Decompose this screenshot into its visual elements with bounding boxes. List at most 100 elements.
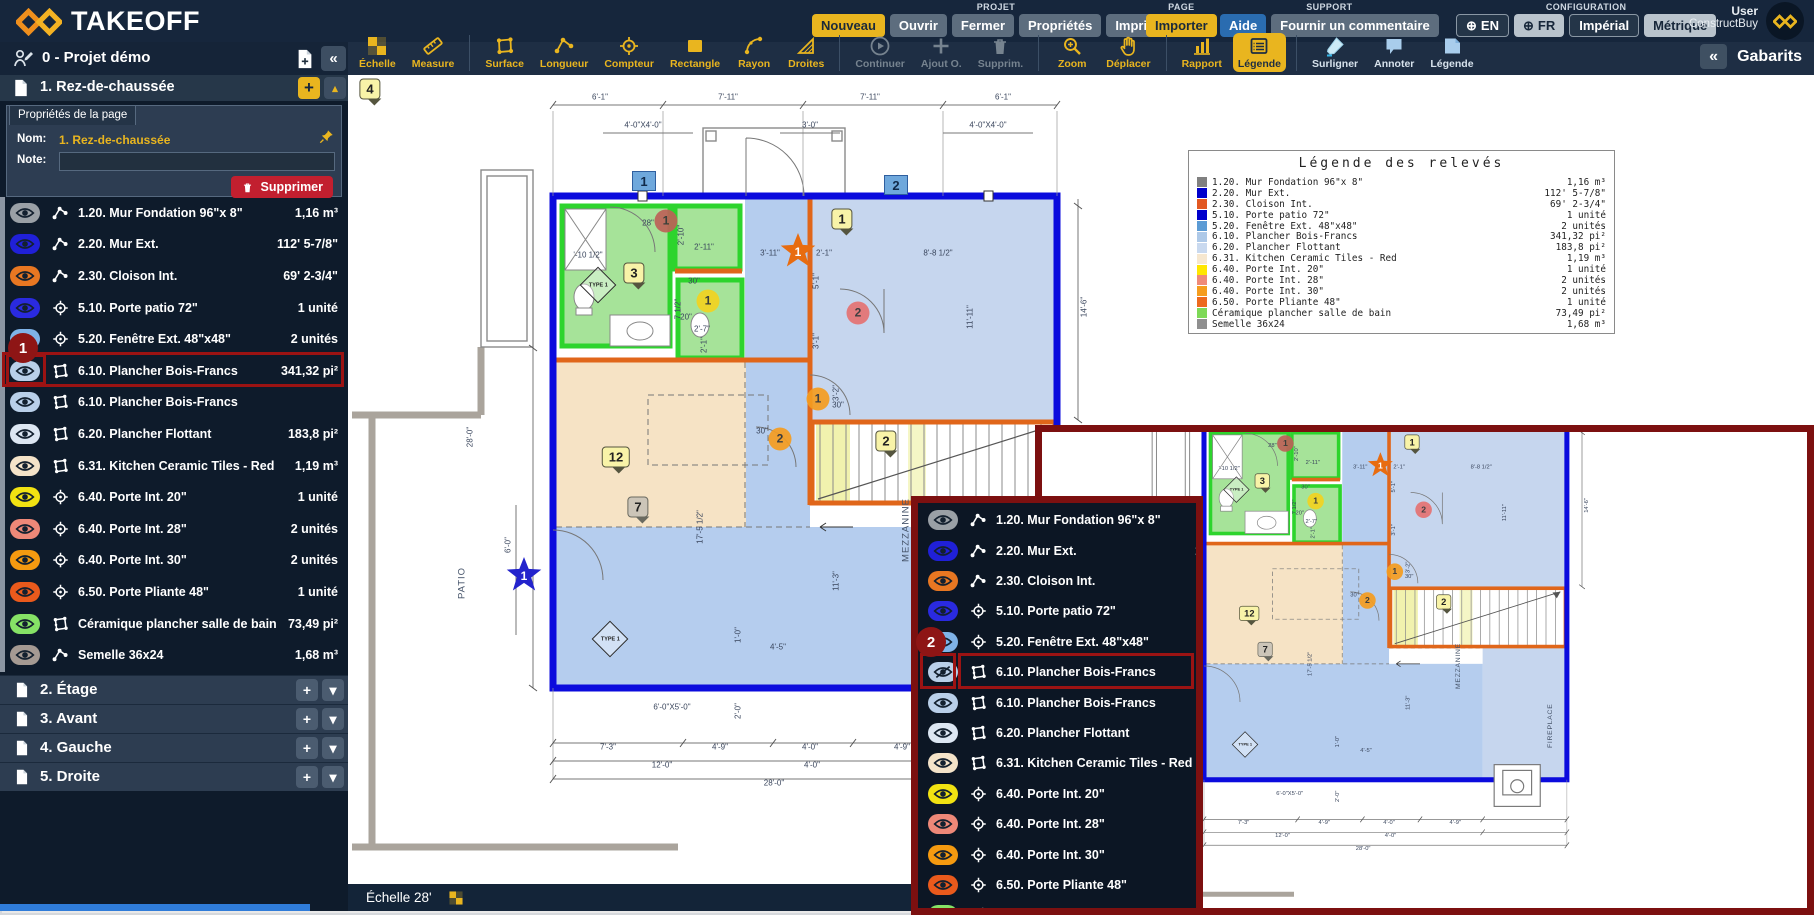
- measure-row[interactable]: Semelle 36x241,68 m³: [0, 639, 348, 671]
- eye-icon[interactable]: [10, 456, 40, 476]
- nom-value[interactable]: 1. Rez-de-chaussée: [59, 133, 170, 147]
- count-marker[interactable]: 1: [1307, 493, 1324, 510]
- measure-row[interactable]: 6.40. Porte Int. 28"2 unités: [0, 513, 348, 545]
- overlay-measure-row[interactable]: 1.20. Mur Fondation 96"x 8"1,16 m³: [918, 505, 1203, 535]
- tool-rayon[interactable]: Rayon: [731, 33, 777, 72]
- eye-icon[interactable]: [10, 487, 40, 507]
- tool-rectangle[interactable]: Rectangle: [665, 33, 725, 72]
- tag-marker[interactable]: 2: [875, 431, 896, 452]
- add-measure-button[interactable]: +: [296, 679, 318, 701]
- tool-measure[interactable]: Measure: [407, 33, 460, 72]
- add-measure-button[interactable]: +: [296, 708, 318, 730]
- measure-row[interactable]: 6.20. Plancher Flottant183,8 pi²: [0, 418, 348, 450]
- count-marker[interactable]: 2: [847, 302, 870, 325]
- measure-row[interactable]: 1.20. Mur Fondation 96"x 8"1,16 m³: [0, 197, 348, 229]
- overlay-measure-row[interactable]: 2.30. Cloison Int.69' 2-3/4": [918, 566, 1203, 596]
- eye-icon[interactable]: [928, 905, 958, 915]
- eye-icon[interactable]: [928, 753, 958, 773]
- overlay-measure-row[interactable]: 6.10. Plancher Bois-Francs341,32 pi²: [918, 657, 1203, 687]
- tool-zoom[interactable]: Zoom: [1049, 33, 1095, 72]
- eye-icon[interactable]: [928, 814, 958, 834]
- add-measure-button[interactable]: +: [296, 766, 318, 788]
- lang-fr-button[interactable]: ⊕FR: [1514, 14, 1564, 37]
- eye-icon[interactable]: [10, 203, 40, 223]
- eye-icon[interactable]: [928, 693, 958, 713]
- expand-page-button[interactable]: ▾: [322, 708, 344, 730]
- measure-row[interactable]: 5.20. Fenêtre Ext. 48"x48"2 unités: [0, 323, 348, 355]
- count-marker[interactable]: 2: [769, 428, 792, 451]
- user-avatar[interactable]: [1766, 2, 1804, 40]
- eye-icon[interactable]: [928, 875, 958, 895]
- tag-marker[interactable]: 12: [602, 447, 630, 468]
- overlay-measure-row[interactable]: 6.31. Kitchen Ceramic Tiles - Red1,19 m³: [918, 748, 1203, 778]
- overlay-measure-row[interactable]: 5.20. Fenêtre Ext. 48"x48"2 unités: [918, 627, 1203, 657]
- tool-echelle[interactable]: Échelle: [354, 33, 401, 72]
- add-measure-button[interactable]: +: [298, 77, 320, 99]
- overlay-measure-row[interactable]: 6.40. Porte Int. 20"1 unité: [918, 779, 1203, 809]
- overlay-measure-row[interactable]: 6.10. Plancher Bois-Francs: [918, 687, 1203, 717]
- eye-icon[interactable]: [928, 784, 958, 804]
- tool-compteur[interactable]: Compteur: [599, 33, 659, 72]
- measure-row[interactable]: 6.31. Kitchen Ceramic Tiles - Red1,19 m³: [0, 450, 348, 482]
- tool-surface[interactable]: Surface: [480, 33, 529, 72]
- count-marker[interactable]: 1: [1387, 563, 1404, 580]
- overlay-measure-row[interactable]: 5.10. Porte patio 72"1 unité: [918, 596, 1203, 626]
- measure-row[interactable]: 6.50. Porte Pliante 48"1 unité: [0, 576, 348, 608]
- eye-off-icon[interactable]: [928, 662, 958, 682]
- tool-legende[interactable]: Légende: [1233, 33, 1286, 72]
- count-marker[interactable]: 1: [697, 290, 720, 313]
- overlay-measure-row[interactable]: Céramique plancher salle de bain73,49 pi…: [918, 900, 1203, 915]
- count-marker[interactable]: 1: [1277, 435, 1294, 452]
- overlay-measure-row[interactable]: 6.20. Plancher Flottant183,8 pi²: [918, 718, 1203, 748]
- eye-icon[interactable]: [928, 723, 958, 743]
- tab-page-properties[interactable]: Propriétés de la page: [9, 105, 136, 125]
- eye-icon[interactable]: [10, 645, 40, 665]
- tool-ajout[interactable]: Ajout O.: [916, 33, 967, 72]
- imperial-button[interactable]: Impérial: [1569, 14, 1639, 37]
- tool-deplacer[interactable]: Déplacer: [1101, 33, 1155, 72]
- eye-icon[interactable]: [10, 550, 40, 570]
- expand-page-button[interactable]: ▾: [322, 679, 344, 701]
- overlay-measure-row[interactable]: 6.50. Porte Pliante 48"1 unité: [918, 870, 1203, 900]
- add-measure-button[interactable]: +: [296, 737, 318, 759]
- tag-marker[interactable]: 1: [1404, 435, 1419, 450]
- overlay-measure-row[interactable]: 6.40. Porte Int. 30"2 unités: [918, 839, 1203, 869]
- expand-page-button[interactable]: ▾: [322, 737, 344, 759]
- eye-icon[interactable]: [928, 510, 958, 530]
- eye-icon[interactable]: [10, 519, 40, 539]
- measure-row[interactable]: 2.20. Mur Ext.112' 5-7/8": [0, 229, 348, 261]
- tag-marker[interactable]: 12: [1239, 606, 1259, 621]
- gabarits-collapse-button[interactable]: «: [1700, 44, 1727, 69]
- expand-page-button[interactable]: ▾: [322, 766, 344, 788]
- eye-icon[interactable]: [10, 614, 40, 634]
- sidebar-page-avant[interactable]: 3. Avant+▾: [0, 704, 348, 733]
- tool-annoter[interactable]: Annoter: [1369, 33, 1419, 72]
- count-marker[interactable]: 1: [807, 388, 830, 411]
- sidebar-bottom-scrollbar[interactable]: [0, 904, 310, 911]
- count-marker[interactable]: 2: [1359, 592, 1376, 609]
- measure-row[interactable]: 2.30. Cloison Int.69' 2-3/4": [0, 260, 348, 292]
- measure-row[interactable]: 6.40. Porte Int. 20"1 unité: [0, 481, 348, 513]
- tag-marker[interactable]: 7: [627, 497, 648, 518]
- overlay-measure-row[interactable]: 2.20. Mur Ext.112' 5-7/8": [918, 535, 1203, 565]
- tool-rapport[interactable]: Rapport: [1177, 33, 1227, 72]
- tool-supprimer[interactable]: Supprim.: [973, 33, 1029, 72]
- eye-icon[interactable]: [928, 601, 958, 621]
- measure-row[interactable]: 6.40. Porte Int. 30"2 unités: [0, 545, 348, 577]
- tool-longueur[interactable]: Longueur: [535, 33, 593, 72]
- eye-icon[interactable]: [10, 392, 40, 412]
- gabarits-label[interactable]: Gabarits: [1737, 48, 1802, 66]
- eye-icon[interactable]: [928, 845, 958, 865]
- tool-droites[interactable]: Droites: [783, 33, 829, 72]
- measure-row[interactable]: Céramique plancher salle de bain73,49 pi…: [0, 608, 348, 640]
- current-page-header[interactable]: 1. Rez-de-chaussée + ▴: [0, 75, 348, 101]
- sidebar-page-etage[interactable]: 2. Étage+▾: [0, 675, 348, 704]
- overlay-measure-row[interactable]: 6.40. Porte Int. 28"2 unités: [918, 809, 1203, 839]
- sidebar-page-gauche[interactable]: 4. Gauche+▾: [0, 733, 348, 762]
- pin-icon[interactable]: [318, 128, 335, 145]
- tag-marker[interactable]: 4: [359, 79, 380, 100]
- measure-row[interactable]: 5.10. Porte patio 72"1 unité: [0, 292, 348, 324]
- tag-marker[interactable]: 2: [1436, 594, 1451, 609]
- measure-row[interactable]: 6.10. Plancher Bois-Francs341,32 pi²: [0, 355, 348, 387]
- count-marker[interactable]: 2: [1415, 501, 1432, 518]
